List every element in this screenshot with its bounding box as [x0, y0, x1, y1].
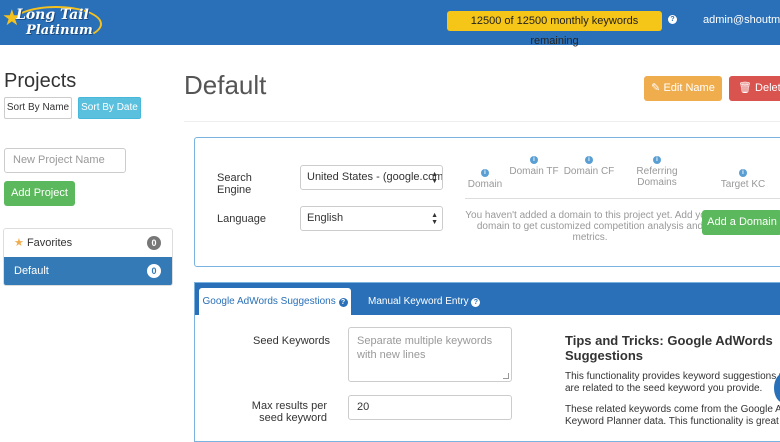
seed-keywords-textarea[interactable]: Separate multiple keywords with new line… — [348, 327, 512, 382]
search-engine-select[interactable]: United States - (google.com ▲ ▼ — [300, 165, 443, 190]
tab-label: Google AdWords Suggestions — [202, 296, 336, 307]
info-icon[interactable]: i — [481, 169, 489, 177]
resize-handle-icon[interactable] — [503, 373, 509, 379]
project-list: ★ Favorites 0 Default 0 — [3, 228, 173, 286]
metric-label: Referring Domains — [636, 166, 678, 188]
metric-domain-tf: i Domain TF — [504, 156, 564, 177]
project-item-default[interactable]: Default 0 — [4, 257, 172, 285]
help-icon[interactable]: ? — [338, 298, 348, 307]
max-results-input[interactable]: 20 — [348, 395, 512, 420]
metric-label: Domain — [467, 179, 503, 190]
keyword-quota-badge: 12500 of 12500 monthly keywords remainin… — [447, 11, 662, 47]
tab-label: Manual Keyword Entry — [368, 296, 469, 307]
projects-heading: Projects — [4, 70, 77, 92]
metric-label: Target KC — [720, 179, 766, 190]
tips-heading: Tips and Tricks: Google AdWords Suggesti… — [565, 333, 773, 363]
add-project-button[interactable]: Add Project — [4, 181, 75, 206]
keyword-tabs: Google AdWords Suggestions ? Manual Keyw… — [195, 283, 780, 315]
help-icon[interactable]: ? — [471, 298, 481, 307]
info-icon[interactable]: i — [653, 156, 661, 164]
edit-name-button[interactable]: ✎ Edit Name — [644, 76, 722, 101]
long-tail-platinum-logo[interactable]: ★ Long Tail Platinum — [2, 3, 102, 43]
no-domain-message: You haven't added a domain to this proje… — [465, 210, 715, 243]
user-menu[interactable]: admin@shoutmelo — [703, 14, 780, 26]
star-icon: ★ — [14, 237, 24, 249]
logo-text-line2: Platinum — [26, 23, 93, 38]
logo-text-line1: Long Tail — [16, 7, 89, 23]
project-settings-panel: Search Engine United States - (google.co… — [194, 137, 780, 267]
header-divider — [184, 121, 780, 122]
language-label: Language — [217, 213, 266, 225]
project-count-badge: 0 — [147, 264, 161, 278]
edit-icon: ✎ — [651, 82, 661, 94]
add-domain-button[interactable]: Add a Domain — [702, 210, 780, 235]
trash-icon: 🗑 — [738, 82, 752, 94]
max-results-label: Max results per seed keyword — [251, 400, 327, 424]
info-icon[interactable]: i — [530, 156, 538, 164]
new-project-name-input[interactable]: New Project Name — [4, 148, 126, 173]
seed-keywords-label: Seed Keywords — [253, 335, 331, 347]
metric-label: Domain CF — [563, 166, 615, 177]
search-engine-label: Search Engine — [217, 172, 252, 196]
info-icon[interactable]: i — [585, 156, 593, 164]
search-engine-value: United States - (google.com — [307, 171, 443, 183]
select-arrows-icon: ▲ ▼ — [431, 212, 438, 226]
language-value: English — [307, 212, 344, 224]
metric-referring-domains: i Referring Domains — [627, 156, 687, 188]
project-item-favorites[interactable]: ★ Favorites 0 — [4, 229, 172, 257]
project-item-label: Favorites — [26, 237, 73, 249]
edit-name-label: Edit Name — [663, 82, 715, 94]
metric-domain-cf: i Domain CF — [559, 156, 619, 177]
delete-button[interactable]: 🗑 Delete — [729, 76, 780, 101]
tips-paragraph: This functionality provides keyword sugg… — [565, 371, 780, 394]
tips-paragraph: These related keywords come from the Goo… — [565, 404, 780, 427]
top-navbar: ★ Long Tail Platinum 12500 of 12500 mont… — [0, 0, 780, 47]
seed-keywords-placeholder: Separate multiple keywords with new line… — [357, 335, 493, 361]
select-arrows-icon: ▲ ▼ — [431, 171, 438, 185]
delete-label: Delete — [755, 82, 780, 94]
metric-target-kc: i Target KC — [713, 169, 773, 190]
project-item-label: Default — [14, 265, 49, 277]
keyword-input-panel: Google AdWords Suggestions ? Manual Keyw… — [194, 282, 780, 442]
project-count-badge: 0 — [147, 236, 161, 250]
tab-manual-keyword-entry[interactable]: Manual Keyword Entry ? — [368, 288, 481, 315]
language-select[interactable]: English ▲ ▼ — [300, 206, 443, 231]
metric-label: Domain TF — [509, 166, 559, 177]
tab-google-adwords-suggestions[interactable]: Google AdWords Suggestions ? — [199, 288, 351, 315]
sort-by-name-button[interactable]: Sort By Name — [4, 97, 72, 119]
help-icon[interactable]: ? — [668, 15, 677, 24]
info-icon[interactable]: i — [739, 169, 747, 177]
sort-by-date-button[interactable]: Sort By Date — [78, 97, 141, 119]
metrics-divider — [465, 198, 780, 199]
page-title: Default — [184, 70, 267, 100]
